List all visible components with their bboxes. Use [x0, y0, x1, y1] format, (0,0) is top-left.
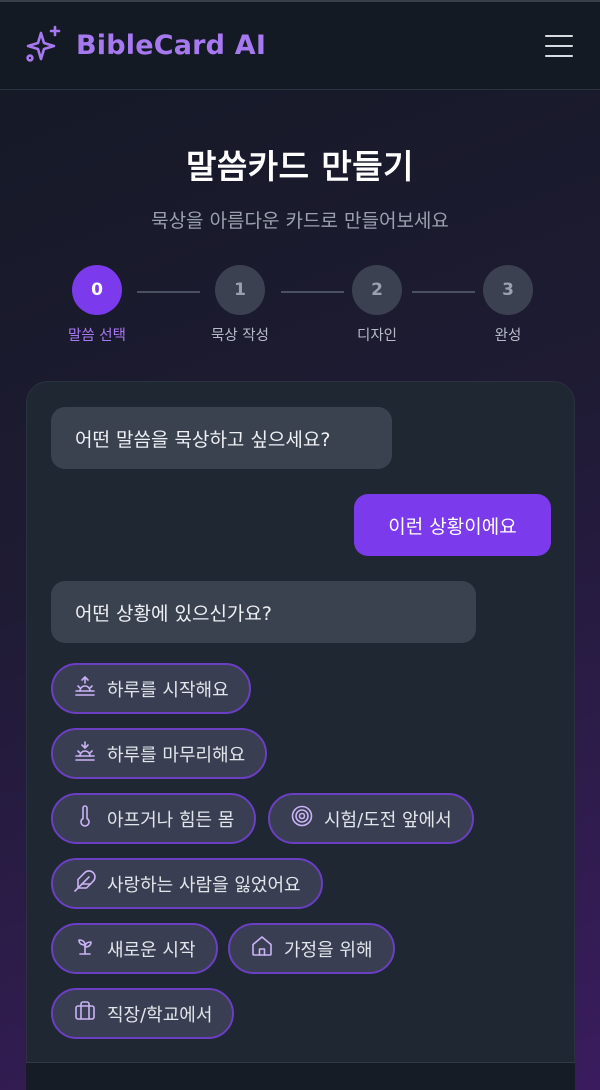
bot-message: 어떤 상황에 있으신가요?: [51, 581, 476, 643]
bot-message: 어떤 말씀을 묵상하고 싶으세요?: [51, 407, 392, 469]
home-icon: [250, 934, 274, 963]
step-label: 말씀 선택: [68, 328, 126, 344]
page-title: 말씀카드 만들기: [185, 147, 414, 186]
step-2[interactable]: 2 디자인: [317, 265, 437, 345]
step-1[interactable]: 1 묵상 작성: [180, 265, 300, 345]
progress-stepper: 0 말씀 선택 1 묵상 작성 2 디자인 3 완성: [0, 265, 600, 345]
option-label: 가정을 위해: [284, 939, 373, 961]
option-label: 사랑하는 사람을 잃었어요: [107, 874, 301, 896]
app-header: BibleCard AI: [0, 2, 600, 90]
option-label: 하루를 마무리해요: [107, 744, 246, 766]
thermometer-icon: [73, 804, 97, 833]
option-label: 직장/학교에서: [107, 1004, 213, 1026]
sparkles-icon: [24, 24, 64, 68]
brand-name: BibleCard AI: [76, 30, 267, 61]
option-challenge[interactable]: 시험/도전 앞에서: [268, 793, 474, 844]
step-number: 2: [352, 265, 402, 315]
step-number: 3: [483, 265, 533, 315]
step-label: 완성: [494, 328, 522, 344]
sprout-icon: [73, 934, 97, 963]
option-start-day[interactable]: 하루를 시작해요: [51, 663, 251, 714]
chat-card: 어떤 말씀을 묵상하고 싶으세요? 이런 상황이에요 어떤 상황에 있으신가요?…: [26, 381, 575, 1090]
input-area: [26, 1063, 575, 1090]
option-label: 아프거나 힘든 몸: [107, 809, 235, 831]
target-icon: [290, 804, 314, 833]
option-label: 새로운 시작: [107, 939, 196, 961]
page-subtitle: 묵상을 아름다운 카드로 만들어보세요: [151, 210, 449, 232]
brand[interactable]: BibleCard AI: [24, 24, 266, 68]
user-message: 이런 상황이에요: [354, 494, 551, 556]
option-family[interactable]: 가정을 위해: [228, 923, 395, 974]
briefcase-icon: [73, 999, 97, 1028]
step-label: 디자인: [356, 328, 398, 344]
option-label: 시험/도전 앞에서: [324, 809, 452, 831]
step-number: 0: [72, 265, 122, 315]
feather-icon: [73, 869, 97, 898]
sunset-icon: [73, 739, 97, 768]
step-0[interactable]: 0 말씀 선택: [37, 265, 157, 345]
option-end-day[interactable]: 하루를 마무리해요: [51, 728, 268, 779]
option-new-start[interactable]: 새로운 시작: [51, 923, 218, 974]
step-3[interactable]: 3 완성: [448, 265, 568, 345]
option-label: 하루를 시작해요: [107, 679, 229, 701]
option-work-school[interactable]: 직장/학교에서: [51, 988, 235, 1039]
option-sick[interactable]: 아프거나 힘든 몸: [51, 793, 257, 844]
sunrise-icon: [73, 674, 97, 703]
option-grief[interactable]: 사랑하는 사람을 잃었어요: [51, 858, 323, 909]
hero: 말씀카드 만들기 묵상을 아름다운 카드로 만들어보세요: [0, 140, 600, 233]
step-label: 묵상 작성: [211, 328, 269, 344]
step-number: 1: [215, 265, 265, 315]
hamburger-menu-icon[interactable]: [544, 31, 574, 61]
